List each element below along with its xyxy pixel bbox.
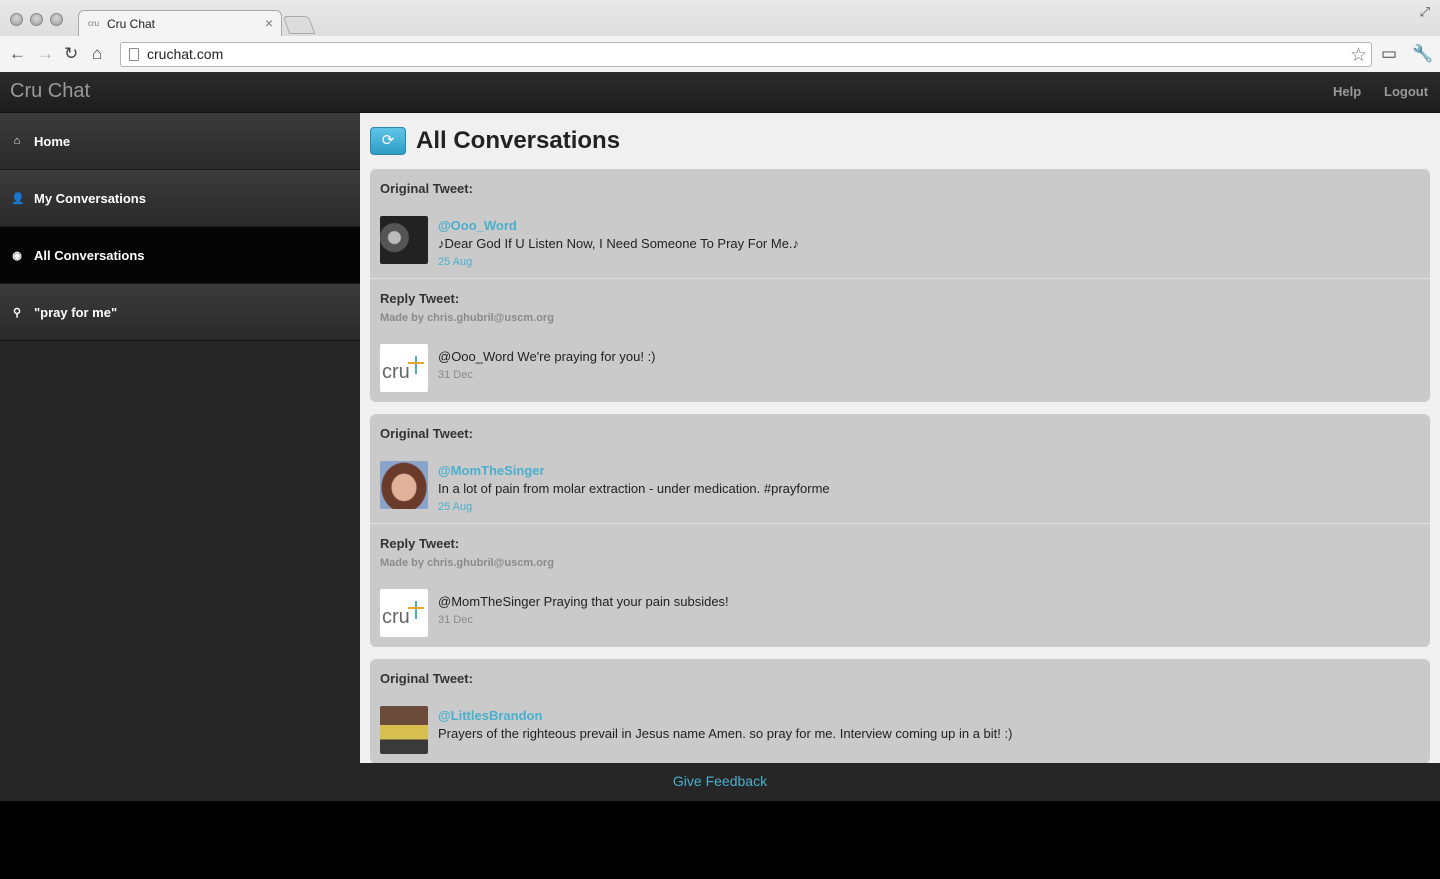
made-by-text: Made by chris.ghubril@uscm.org bbox=[380, 312, 554, 324]
page-heading: ⟳ All Conversations bbox=[370, 127, 1430, 155]
cru-logo-text: cru bbox=[382, 606, 410, 628]
browser-tab[interactable]: cru Cru Chat × bbox=[78, 10, 282, 36]
avatar[interactable] bbox=[380, 461, 428, 509]
sidebar: ⌂ Home 👤 My Conversations ◉ All Conversa… bbox=[0, 113, 360, 763]
page-action-icon[interactable]: ▭ bbox=[1381, 44, 1397, 64]
reply-text: @MomTheSinger Praying that your pain sub… bbox=[438, 594, 729, 609]
reply-tweet-label: Reply Tweet: bbox=[380, 291, 460, 306]
app-navbar: Cru Chat Help Logout bbox=[0, 72, 1440, 113]
tab-title: Cru Chat bbox=[107, 17, 156, 31]
favicon-icon: cru bbox=[88, 19, 100, 28]
user-icon: 👤 bbox=[11, 192, 25, 205]
refresh-icon: ⟳ bbox=[381, 132, 395, 149]
logout-link[interactable]: Logout bbox=[1384, 84, 1428, 99]
reply-tweet-label: Reply Tweet: bbox=[380, 536, 460, 551]
help-link[interactable]: Help bbox=[1333, 84, 1361, 99]
tweet: @Ooo_Word ♪Dear God If U Listen Now, I N… bbox=[380, 216, 1420, 268]
tweet-text: Prayers of the righteous prevail in Jesu… bbox=[438, 726, 1013, 741]
original-tweet-section: Original Tweet: @Ooo_Word ♪Dear God If U… bbox=[370, 169, 1430, 278]
tweet-handle-link[interactable]: @LittlesBrandon bbox=[438, 708, 1012, 723]
empty-viewport-area bbox=[0, 801, 1440, 879]
tweet: cru @Ooo_Word We're praying for you! :) … bbox=[380, 344, 1420, 392]
cru-logo-avatar: cru bbox=[380, 589, 428, 637]
page-title: All Conversations bbox=[416, 127, 621, 154]
new-tab-button[interactable] bbox=[282, 16, 316, 34]
home-browser-icon[interactable]: ⌂ bbox=[92, 44, 102, 64]
tweet: cru @MomTheSinger Praying that your pain… bbox=[380, 589, 1420, 637]
sidebar-item-search-pray-for-me[interactable]: ⚲ "pray for me" bbox=[0, 284, 360, 341]
conversation-card: Original Tweet: @LittlesBrandon Prayers … bbox=[370, 659, 1430, 763]
reply-tweet-section: Reply Tweet: Made by chris.ghubril@uscm.… bbox=[370, 278, 1430, 402]
sidebar-item-label: "pray for me" bbox=[34, 304, 118, 320]
footer: Give Feedback bbox=[0, 763, 1440, 801]
tweet-date-link[interactable]: 25 Aug bbox=[438, 501, 830, 513]
main-content: ⟳ All Conversations Original Tweet: @Ooo… bbox=[360, 113, 1440, 763]
cru-logo-text: cru bbox=[382, 361, 410, 383]
tweet-text: In a lot of pain from molar extraction -… bbox=[438, 481, 830, 496]
sidebar-item-label: My Conversations bbox=[34, 190, 146, 206]
reply-text: @Ooo_Word We're praying for you! :) bbox=[438, 349, 656, 364]
forward-icon[interactable]: → bbox=[37, 44, 54, 64]
reply-date: 31 Dec bbox=[438, 614, 473, 626]
conversation-card: Original Tweet: @Ooo_Word ♪Dear God If U… bbox=[370, 169, 1430, 402]
browser-toolbar: ← → ↻ ⌂ cruchat.com ☆ ▭ 🔧 bbox=[0, 36, 1440, 72]
conversation-card: Original Tweet: @MomTheSinger In a lot o… bbox=[370, 414, 1430, 647]
cru-logo-avatar: cru bbox=[380, 344, 428, 392]
sidebar-item-home[interactable]: ⌂ Home bbox=[0, 113, 360, 170]
tweet-handle-link[interactable]: @MomTheSinger bbox=[438, 463, 830, 478]
avatar[interactable] bbox=[380, 706, 428, 754]
reply-date: 31 Dec bbox=[438, 369, 473, 381]
original-tweet-section: Original Tweet: @LittlesBrandon Prayers … bbox=[370, 659, 1430, 763]
bookmark-star-icon[interactable]: ☆ bbox=[1350, 44, 1367, 67]
sidebar-item-label: All Conversations bbox=[34, 247, 145, 263]
made-by-text: Made by chris.ghubril@uscm.org bbox=[380, 557, 554, 569]
close-window-button[interactable] bbox=[10, 13, 23, 26]
tweet-text: ♪Dear God If U Listen Now, I Need Someon… bbox=[438, 236, 800, 251]
url-text: cruchat.com bbox=[147, 46, 224, 62]
sidebar-item-all-conversations[interactable]: ◉ All Conversations bbox=[0, 227, 360, 284]
browser-chrome: cru Cru Chat × ⤢ ← → ↻ ⌂ cruchat.com ☆ ▭… bbox=[0, 0, 1440, 72]
original-tweet-label: Original Tweet: bbox=[380, 671, 473, 686]
brand-logo[interactable]: Cru Chat bbox=[10, 80, 90, 103]
wrench-icon[interactable]: 🔧 bbox=[1412, 44, 1433, 64]
reload-icon[interactable]: ↻ bbox=[64, 44, 78, 64]
tweet: @MomTheSinger In a lot of pain from mola… bbox=[380, 461, 1420, 513]
home-icon: ⌂ bbox=[13, 135, 21, 147]
avatar[interactable] bbox=[380, 216, 428, 264]
sidebar-item-my-conversations[interactable]: 👤 My Conversations bbox=[0, 170, 360, 227]
tweet-date-link[interactable]: 25 Aug bbox=[438, 256, 799, 268]
tab-close-icon[interactable]: × bbox=[265, 15, 273, 31]
page-icon bbox=[129, 48, 139, 61]
address-bar[interactable]: cruchat.com ☆ bbox=[120, 42, 1372, 67]
globe-icon: ◉ bbox=[12, 249, 22, 262]
original-tweet-section: Original Tweet: @MomTheSinger In a lot o… bbox=[370, 414, 1430, 523]
search-icon: ⚲ bbox=[12, 306, 22, 319]
refresh-button[interactable]: ⟳ bbox=[370, 127, 406, 155]
original-tweet-label: Original Tweet: bbox=[380, 426, 473, 441]
original-tweet-label: Original Tweet: bbox=[380, 181, 473, 196]
fullscreen-icon[interactable]: ⤢ bbox=[1420, 4, 1430, 20]
zoom-window-button[interactable] bbox=[50, 13, 63, 26]
reply-tweet-section: Reply Tweet: Made by chris.ghubril@uscm.… bbox=[370, 523, 1430, 647]
tweet: @LittlesBrandon Prayers of the righteous… bbox=[380, 706, 1420, 754]
minimize-window-button[interactable] bbox=[30, 13, 43, 26]
back-icon[interactable]: ← bbox=[9, 44, 26, 64]
sidebar-item-label: Home bbox=[34, 133, 71, 149]
give-feedback-link[interactable]: Give Feedback bbox=[673, 773, 767, 789]
window-controls bbox=[10, 13, 63, 26]
tweet-handle-link[interactable]: @Ooo_Word bbox=[438, 218, 799, 233]
